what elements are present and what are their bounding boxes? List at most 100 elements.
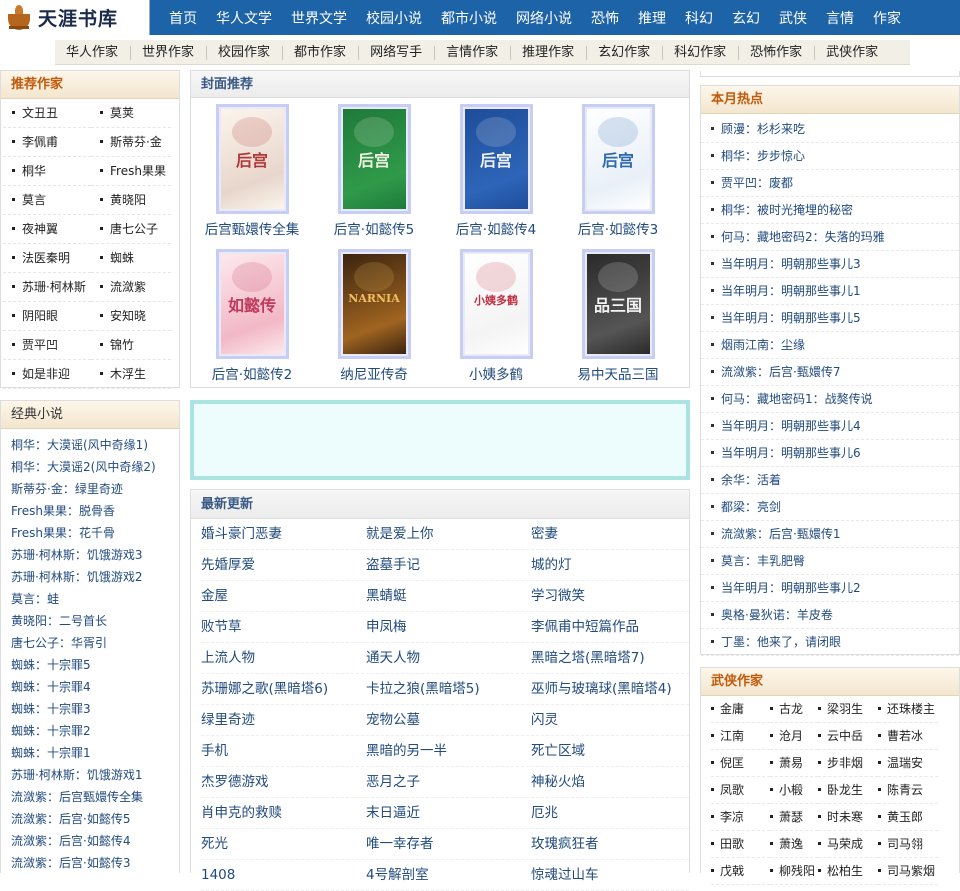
classic-novel-link[interactable]: 桐华：大漠谣(风中奇缘1) — [11, 434, 179, 456]
classic-novel-link[interactable]: 桐华：大漠谣2(风中奇缘2) — [11, 456, 179, 478]
book-cover-frame[interactable]: 后宫 — [337, 104, 411, 214]
book-title[interactable]: 后宫·如懿传4 — [436, 218, 556, 238]
author-link[interactable]: 桐华 — [3, 157, 91, 186]
update-link[interactable]: 末日逼近 — [366, 798, 531, 828]
classic-novel-link[interactable]: 斯蒂芬·金：绿里奇迹 — [11, 478, 179, 500]
classic-novel-link[interactable]: 流潋紫：后宫·如懿传3 — [11, 852, 179, 874]
update-link[interactable]: 李佩甫中短篇作品 — [531, 612, 691, 642]
wuxia-author-link[interactable]: 温瑞安 — [878, 750, 938, 777]
sub-nav-item[interactable]: 科幻作家 — [663, 45, 740, 60]
wuxia-author-link[interactable]: 黄玉郎 — [878, 804, 938, 831]
wuxia-author-link[interactable]: 时未寒 — [818, 804, 878, 831]
classic-novel-link[interactable]: 莫言：蛙 — [11, 588, 179, 610]
hot-item-link[interactable]: 当年明月：明朝那些事儿3 — [701, 251, 959, 278]
hot-item-link[interactable]: 丁墨：他来了，请闭眼 — [701, 629, 959, 656]
book-cover-frame[interactable]: 后宫 — [459, 104, 533, 214]
main-nav-item[interactable]: 世界文学 — [291, 8, 347, 28]
book-cover-frame[interactable]: 小姨多鹤 — [459, 249, 533, 359]
author-link[interactable]: 文丑丑 — [3, 99, 91, 128]
wuxia-author-link[interactable]: 小椴 — [770, 777, 818, 804]
author-link[interactable]: 唐七公子 — [91, 215, 171, 244]
book-cover-image[interactable]: 小姨多鹤 — [464, 254, 528, 354]
main-nav-item[interactable]: 言情 — [826, 8, 854, 28]
wuxia-author-link[interactable]: 沧月 — [770, 723, 818, 750]
sub-nav-item[interactable]: 华人作家 — [55, 45, 132, 60]
update-link[interactable]: 城的灯 — [531, 550, 691, 580]
sub-nav-item[interactable]: 都市作家 — [283, 45, 360, 60]
update-link[interactable]: 死光 — [201, 829, 366, 859]
author-link[interactable]: 蜘蛛 — [91, 244, 171, 273]
update-link[interactable]: 厄兆 — [531, 798, 691, 828]
hot-item-link[interactable]: 烟雨江南：尘缘 — [701, 332, 959, 359]
wuxia-author-link[interactable]: 萧逸 — [770, 831, 818, 858]
main-nav-item[interactable]: 科幻 — [685, 8, 713, 28]
book-cover-image[interactable]: 后宫 — [342, 109, 406, 209]
main-nav-item[interactable]: 校园小说 — [366, 8, 422, 28]
book-title[interactable]: 纳尼亚传奇 — [314, 363, 434, 383]
author-link[interactable]: 木浮生 — [91, 360, 171, 389]
book-cover-frame[interactable]: 如懿传 — [215, 249, 289, 359]
hot-item-link[interactable]: 当年明月：明朝那些事儿2 — [701, 575, 959, 602]
update-link[interactable]: 黑蜻蜓 — [366, 581, 531, 611]
author-link[interactable]: 莫荚 — [91, 99, 171, 128]
update-link[interactable]: 学习微笑 — [531, 581, 691, 611]
book-card[interactable]: 后宫 后宫·如懿传5 — [314, 104, 434, 238]
hot-item-link[interactable]: 流潋紫：后宫·甄嬛传1 — [701, 521, 959, 548]
book-cover-image[interactable]: 后宫 — [464, 109, 528, 209]
update-link[interactable]: 闪灵 — [531, 705, 691, 735]
book-cover-image[interactable]: 后宫 — [220, 109, 284, 209]
sub-nav-item[interactable]: 武侠作家 — [815, 45, 890, 60]
book-card[interactable]: NARNIA 纳尼亚传奇 — [314, 249, 434, 383]
classic-novel-link[interactable]: 蜘蛛：十宗罪1 — [11, 742, 179, 764]
update-link[interactable]: 就是爱上你 — [366, 519, 531, 549]
book-card[interactable]: 后宫后宫·如懿传4 — [436, 104, 556, 238]
sub-nav-item[interactable]: 网络写手 — [359, 45, 436, 60]
main-nav-item[interactable]: 武侠 — [779, 8, 807, 28]
update-link[interactable]: 黑暗的另一半 — [366, 736, 531, 766]
book-cover-frame[interactable]: 后宫 — [581, 104, 655, 214]
wuxia-author-link[interactable]: 金庸 — [711, 696, 770, 723]
wuxia-author-link[interactable]: 江南 — [711, 723, 770, 750]
book-cover-image[interactable]: 如懿传 — [220, 254, 284, 354]
update-link[interactable]: 4号解剖室 — [366, 860, 531, 890]
author-link[interactable]: 锦竹 — [91, 331, 171, 360]
hot-item-link[interactable]: 贾平凹：废都 — [701, 170, 959, 197]
update-link[interactable]: 肖申克的救赎 — [201, 798, 366, 828]
update-link[interactable]: 神秘火焰 — [531, 767, 691, 797]
update-link[interactable]: 黑暗之塔(黑暗塔7) — [531, 643, 691, 673]
classic-novel-link[interactable]: 黄晓阳：二号首长 — [11, 610, 179, 632]
book-title[interactable]: 小姨多鹤 — [436, 363, 556, 383]
wuxia-author-link[interactable]: 司马紫烟 — [878, 858, 938, 885]
update-link[interactable]: 手机 — [201, 736, 366, 766]
wuxia-author-link[interactable]: 柳残阳 — [770, 858, 818, 885]
book-card[interactable]: 如懿传 后宫·如懿传2 — [192, 249, 312, 383]
author-link[interactable]: 流潋紫 — [91, 273, 171, 302]
sub-nav-item[interactable]: 言情作家 — [435, 45, 512, 60]
hot-item-link[interactable]: 当年明月：明朝那些事儿1 — [701, 278, 959, 305]
hot-item-link[interactable]: 何马：藏地密码2：失落的玛雅 — [701, 224, 959, 251]
wuxia-author-link[interactable]: 还珠楼主 — [878, 696, 938, 723]
main-nav-item[interactable]: 华人文学 — [216, 8, 272, 28]
book-card[interactable]: 小姨多鹤 小姨多鹤 — [436, 249, 556, 383]
main-nav-item[interactable]: 恐怖 — [591, 8, 619, 28]
update-link[interactable]: 申凤梅 — [366, 612, 531, 642]
wuxia-author-link[interactable]: 戊戟 — [711, 858, 770, 885]
main-nav-item[interactable]: 作家 — [873, 8, 901, 28]
hot-item-link[interactable]: 桐华：步步惊心 — [701, 143, 959, 170]
update-link[interactable]: 先婚厚爱 — [201, 550, 366, 580]
sub-nav-item[interactable]: 推理作家 — [511, 45, 588, 60]
book-card[interactable]: 后宫 后宫甄嬛传全集 — [192, 104, 312, 238]
update-link[interactable]: 恶月之子 — [366, 767, 531, 797]
hot-item-link[interactable]: 莫言：丰乳肥臀 — [701, 548, 959, 575]
book-title[interactable]: 易中天品三国 — [558, 363, 678, 383]
wuxia-author-link[interactable]: 萧瑟 — [770, 804, 818, 831]
update-link[interactable]: 宠物公墓 — [366, 705, 531, 735]
hot-item-link[interactable]: 当年明月：明朝那些事儿4 — [701, 413, 959, 440]
classic-novel-link[interactable]: 蜘蛛：十宗罪3 — [11, 698, 179, 720]
wuxia-author-link[interactable]: 倪匡 — [711, 750, 770, 777]
hot-item-link[interactable]: 都梁：亮剑 — [701, 494, 959, 521]
main-nav-item[interactable]: 玄幻 — [732, 8, 760, 28]
author-link[interactable]: 李佩甫 — [3, 128, 91, 157]
sub-nav-item[interactable]: 校园作家 — [207, 45, 284, 60]
classic-novel-link[interactable]: Fresh果果：脱骨香 — [11, 500, 179, 522]
